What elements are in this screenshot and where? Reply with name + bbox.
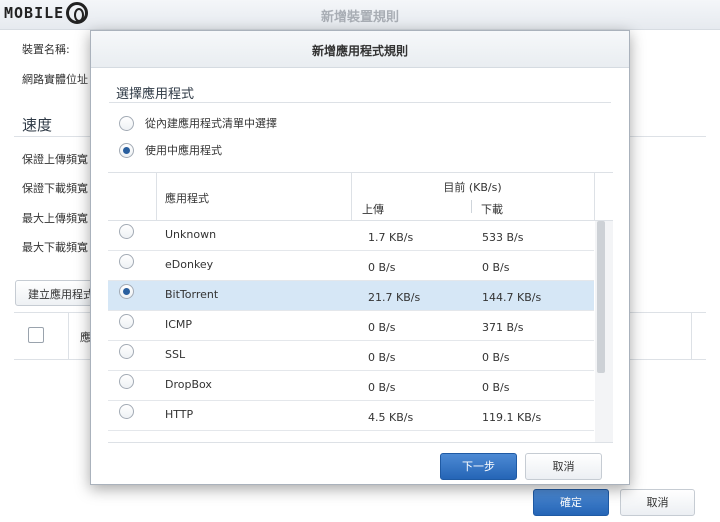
outer-dialog-title: 新增裝置規則	[320, 10, 399, 25]
option-builtin-list-label: 從內建應用程式清單中選擇	[145, 117, 277, 130]
upload-cell: 0 B/s	[368, 321, 396, 334]
table-row[interactable]: Unknown 1.7 KB/s 533 B/s	[108, 221, 594, 251]
option-builtin-list[interactable]: 從內建應用程式清單中選擇	[119, 114, 277, 132]
download-cell: 0 B/s	[482, 381, 510, 394]
guaranteed-upload-label: 保證上傳頻寬	[22, 153, 88, 166]
app-name-cell: eDonkey	[165, 258, 214, 271]
upload-cell: 4.5 KB/s	[368, 411, 414, 424]
app-name-cell: HTTP	[165, 408, 194, 421]
upload-cell: 0 B/s	[368, 351, 396, 364]
dialog-title-bar: 新增應用程式規則	[91, 31, 629, 68]
create-app-rule-button[interactable]: 建立應用程式	[15, 280, 99, 306]
download-cell: 0 B/s	[482, 351, 510, 364]
add-app-rule-dialog: 新增應用程式規則 選擇應用程式 從內建應用程式清單中選擇 使用中應用程式 應用程…	[90, 30, 630, 485]
row-radio[interactable]	[119, 254, 134, 269]
download-cell: 371 B/s	[482, 321, 524, 334]
table-row[interactable]: DropBox 0 B/s 0 B/s	[108, 371, 594, 401]
download-cell: 119.1 KB/s	[482, 411, 542, 424]
table-row[interactable]: eDonkey 0 B/s 0 B/s	[108, 251, 594, 281]
outer-title-bar: MOBILE 新增裝置規則	[0, 0, 720, 30]
app-name-cell: SSL	[165, 348, 186, 361]
download-cell: 533 B/s	[482, 231, 524, 244]
section-divider	[109, 102, 611, 103]
row-radio[interactable]	[119, 344, 134, 359]
outer-table-column-divider-right	[691, 313, 692, 359]
row-radio[interactable]	[119, 374, 134, 389]
option-active-apps[interactable]: 使用中應用程式	[119, 141, 222, 159]
select-all-checkbox[interactable]	[28, 327, 44, 343]
max-download-label: 最大下載頻寬	[22, 241, 88, 254]
radio-builtin-list[interactable]	[119, 115, 134, 131]
ok-button[interactable]: 確定	[533, 489, 609, 516]
table-row-selected[interactable]: BitTorrent 21.7 KB/s 144.7 KB/s	[108, 281, 594, 311]
table-scrollbar[interactable]	[595, 221, 613, 442]
scrollbar-thumb[interactable]	[597, 221, 605, 373]
app-name-cell: BitTorrent	[165, 288, 219, 301]
device-name-label: 裝置名稱:	[22, 43, 70, 56]
table-row[interactable]: HTTP 4.5 KB/s 119.1 KB/s	[108, 401, 594, 431]
mac-address-label: 網路實體位址	[22, 73, 88, 86]
upload-cell: 0 B/s	[368, 261, 396, 274]
outer-cancel-button[interactable]: 取消	[620, 489, 695, 516]
app-name-cell: Unknown	[165, 228, 217, 241]
column-header-download[interactable]: 下載	[481, 201, 503, 217]
table-row[interactable]: ICMP 0 B/s 371 B/s	[108, 311, 594, 341]
outer-table-column-divider	[68, 313, 69, 359]
header-divider-name	[156, 173, 157, 221]
upload-cell: 1.7 KB/s	[368, 231, 414, 244]
header-divider-download	[471, 200, 472, 213]
download-cell: 144.7 KB/s	[482, 291, 542, 304]
app-name-cell: DropBox	[165, 378, 212, 391]
dialog-title: 新增應用程式規則	[311, 44, 408, 58]
upload-cell: 21.7 KB/s	[368, 291, 421, 304]
active-apps-table: 應用程式 目前 (KB/s) 上傳 下載 Unknown 1.7 KB/s 53…	[108, 172, 613, 443]
radio-active-apps[interactable]	[119, 142, 134, 158]
upload-cell: 0 B/s	[368, 381, 396, 394]
header-divider-right	[594, 173, 595, 221]
app-name-cell: ICMP	[165, 318, 193, 331]
row-radio[interactable]	[119, 224, 134, 239]
row-radio[interactable]	[119, 314, 134, 329]
table-row[interactable]: SSL 0 B/s 0 B/s	[108, 341, 594, 371]
column-header-upload[interactable]: 上傳	[362, 201, 384, 217]
table-body: Unknown 1.7 KB/s 533 B/s eDonkey 0 B/s 0…	[108, 221, 594, 431]
dialog-cancel-button[interactable]: 取消	[525, 453, 602, 480]
row-radio[interactable]	[119, 284, 134, 299]
download-cell: 0 B/s	[482, 261, 510, 274]
column-header-current: 目前 (KB/s)	[443, 181, 502, 194]
option-active-apps-label: 使用中應用程式	[145, 144, 222, 157]
select-app-section-title: 選擇應用程式	[116, 87, 195, 102]
row-radio[interactable]	[119, 404, 134, 419]
next-button[interactable]: 下一步	[440, 453, 517, 480]
speed-section-title: 速度	[22, 116, 53, 134]
column-header-app[interactable]: 應用程式	[165, 190, 209, 206]
max-upload-label: 最大上傳頻寬	[22, 212, 88, 225]
guaranteed-download-label: 保證下載頻寬	[22, 182, 88, 195]
